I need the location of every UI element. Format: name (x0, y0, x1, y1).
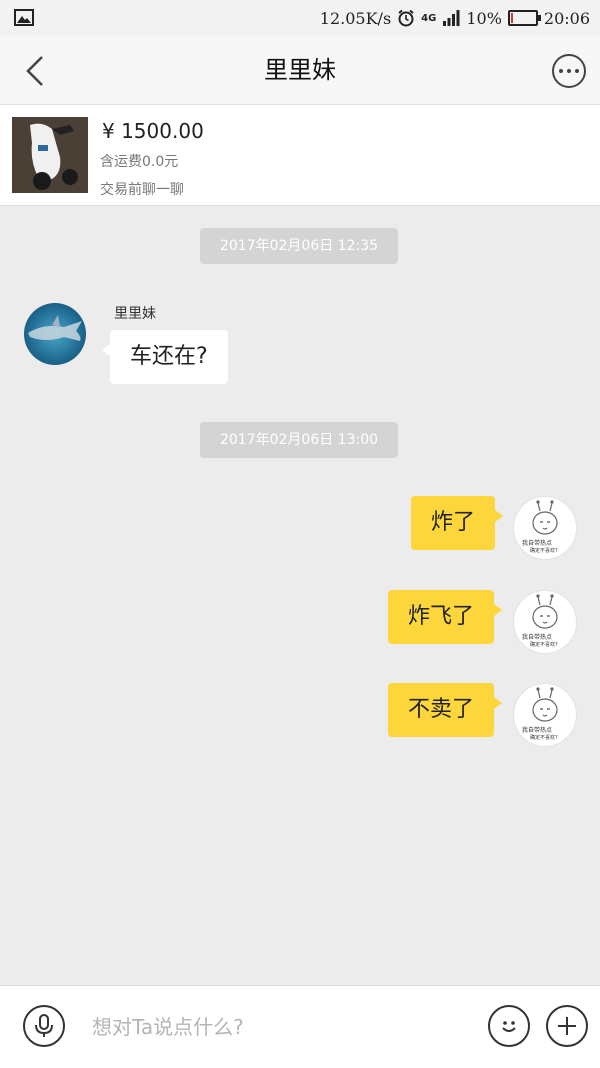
sticker-caption: 确定不喜欢? (530, 734, 558, 741)
sticker-avatar-image: 我自带热点 确定不喜欢? (522, 500, 558, 554)
message-bubble-outgoing[interactable]: 不卖了 (388, 683, 503, 737)
message-input[interactable] (90, 1004, 474, 1050)
sticker-caption: 我自带热点 (522, 539, 552, 547)
my-avatar[interactable]: 我自带热点 确定不喜欢? (513, 683, 577, 747)
add-button[interactable] (546, 1005, 588, 1047)
sender-name: 里里妹 (114, 306, 156, 322)
alarm-icon (398, 9, 414, 27)
more-dot (567, 69, 571, 73)
message-bubble-incoming[interactable]: 车还在? (102, 330, 228, 384)
product-card[interactable]: ¥ 1500.00 含运费0.0元 交易前聊一聊 (0, 105, 600, 206)
more-button[interactable] (552, 54, 586, 88)
product-price: ¥ 1500.00 (102, 119, 204, 143)
network-speed: 12.05K/s (319, 8, 392, 28)
chat-hint: 交易前聊一聊 (100, 182, 184, 198)
page-title: 里里妹 (264, 56, 336, 84)
status-bar: 12.05K/s 4G 10% 20:06 (0, 0, 600, 36)
smiley-icon (502, 1021, 516, 1032)
sticker-caption: 我自带热点 (522, 633, 552, 641)
voice-button[interactable] (23, 1005, 65, 1047)
sticker-avatar-image: 我自带热点 确定不喜欢? (522, 687, 558, 741)
scooter-image (12, 117, 88, 193)
plus-icon (558, 1017, 576, 1035)
microphone-icon (35, 1014, 53, 1037)
shipping-info: 含运费0.0元 (100, 154, 179, 170)
nav-bar: 里里妹 (0, 36, 600, 105)
gallery-icon (14, 9, 34, 26)
more-dots-icon (559, 69, 563, 73)
timestamp: 2017年02月06日 12:35 (200, 228, 398, 264)
sticker-avatar-image: 我自带热点 确定不喜欢? (522, 594, 558, 648)
sender-avatar[interactable] (24, 303, 86, 365)
network-type: 4G (421, 12, 437, 24)
timestamp: 2017年02月06日 13:00 (200, 422, 398, 458)
emoji-button[interactable] (488, 1005, 530, 1047)
clock: 20:06 (543, 8, 590, 28)
input-bar (0, 985, 600, 1068)
battery-fill (510, 13, 513, 23)
message-bubble-outgoing[interactable]: 炸飞了 (388, 590, 503, 644)
sticker-caption: 确定不喜欢? (530, 547, 558, 554)
my-avatar[interactable]: 我自带热点 确定不喜欢? (513, 590, 577, 654)
message-bubble-outgoing[interactable]: 炸了 (411, 496, 504, 550)
sticker-caption: 我自带热点 (522, 726, 552, 734)
signal-icon (443, 10, 460, 26)
sticker-caption: 确定不喜欢? (530, 641, 558, 648)
battery-icon (507, 10, 541, 26)
my-avatar[interactable]: 我自带热点 确定不喜欢? (513, 496, 577, 560)
shark-image (28, 315, 82, 341)
product-thumbnail[interactable] (12, 117, 88, 193)
battery-percent: 10% (466, 8, 502, 28)
more-dot (575, 69, 579, 73)
